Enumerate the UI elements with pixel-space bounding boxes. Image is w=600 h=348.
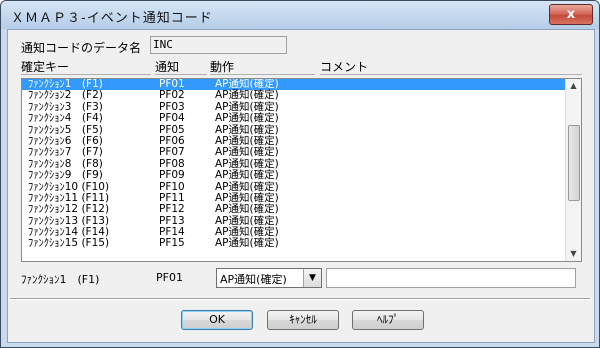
row-notify: PF15: [159, 237, 185, 250]
list-item[interactable]: ﾌｧﾝｸｼｮﾝ8 (F8) PF08 AP通知(確定): [22, 158, 567, 170]
column-header-action[interactable]: 動作: [210, 60, 315, 75]
key-list[interactable]: ﾌｧﾝｸｼｮﾝ1 (F1) PF01 AP通知(確定) ﾌｧﾝｸｼｮﾝ2 (F2) PF…: [21, 78, 582, 262]
cancel-button[interactable]: ｷｬﾝｾﾙ: [267, 310, 339, 330]
chevron-down-icon[interactable]: ▼: [566, 247, 581, 261]
row-action: AP通知(確定): [215, 203, 279, 216]
list-item[interactable]: ﾌｧﾝｸｼｮﾝ9 (F9) PF09 AP通知(確定): [22, 169, 567, 182]
row-notify: PF04: [159, 112, 185, 125]
action-select-value: AP通知(確定): [220, 273, 287, 286]
row-notify: PF12: [159, 203, 185, 216]
scrollbar-thumb[interactable]: [568, 125, 580, 201]
row-key: ﾌｧﾝｸｼｮﾝ4 (F4): [28, 112, 103, 125]
row-notify: PF09: [159, 169, 185, 182]
window-title: ＸＭＡＰ３-イベント通知コード: [11, 11, 213, 26]
list-item[interactable]: ﾌｧﾝｸｼｮﾝ6 (F6) PF06 AP通知(確定): [22, 135, 567, 147]
list-item[interactable]: ﾌｧﾝｸｼｮﾝ15 (F15) PF15 AP通知(確定): [22, 237, 567, 250]
chevron-down-icon[interactable]: ▼: [303, 269, 321, 287]
list-item[interactable]: ﾌｧﾝｸｼｮﾝ12 (F12) PF12 AP通知(確定): [22, 203, 567, 216]
row-action: AP通知(確定): [215, 112, 279, 125]
dialog-body: 通知コードのデータ名 INC 確定キー 通知 動作 コメント ﾌｧﾝｸｼｮﾝ1 …: [7, 29, 595, 343]
chevron-up-icon[interactable]: ▲: [566, 79, 581, 93]
row-key: ﾌｧﾝｸｼｮﾝ12 (F12): [28, 203, 110, 216]
close-button[interactable]: x: [549, 4, 593, 25]
notification-name-field: INC: [150, 36, 287, 54]
comment-input[interactable]: [326, 268, 576, 288]
title-bar[interactable]: ＸＭＡＰ３-イベント通知コード x: [1, 1, 599, 29]
list-item[interactable]: ﾌｧﾝｸｼｮﾝ1 (F1) PF01 AP通知(確定): [22, 79, 567, 91]
row-key: ﾌｧﾝｸｼｮﾝ9 (F9): [28, 169, 103, 182]
selected-pf-label: PF01: [156, 271, 183, 284]
key-list-rows: ﾌｧﾝｸｼｮﾝ1 (F1) PF01 AP通知(確定) ﾌｧﾝｸｼｮﾝ2 (F2) PF…: [22, 79, 567, 250]
column-header-comment[interactable]: コメント: [320, 60, 582, 75]
divider: [10, 298, 590, 300]
list-item[interactable]: ﾌｧﾝｸｼｮﾝ4 (F4) PF04 AP通知(確定): [22, 112, 567, 125]
selected-key-label: ﾌｧﾝｸｼｮﾝ1 (F1): [21, 273, 100, 286]
column-header-key[interactable]: 確定キー: [21, 60, 151, 75]
dialog-window: ＸＭＡＰ３-イベント通知コード x 通知コードのデータ名 INC 確定キー 通知…: [0, 0, 600, 348]
list-item[interactable]: ﾌｧﾝｸｼｮﾝ2 (F2) PF02 AP通知(確定): [22, 89, 567, 101]
notification-name-label: 通知コードのデータ名: [21, 41, 142, 55]
list-item[interactable]: ﾌｧﾝｸｼｮﾝ3 (F3) PF03 AP通知(確定): [22, 101, 567, 113]
vertical-scrollbar[interactable]: ▲ ▼: [565, 79, 581, 261]
row-key: ﾌｧﾝｸｼｮﾝ15 (F15): [28, 237, 110, 250]
column-header-notify[interactable]: 通知: [155, 60, 207, 75]
help-button[interactable]: ﾍﾙﾌﾟ: [352, 310, 424, 330]
row-action: AP通知(確定): [215, 237, 279, 250]
close-icon: x: [566, 7, 576, 22]
row-action: AP通知(確定): [215, 169, 279, 182]
list-item[interactable]: ﾌｧﾝｸｼｮﾝ5 (F5) PF05 AP通知(確定): [22, 124, 567, 136]
ok-button[interactable]: OK: [181, 310, 253, 330]
action-select[interactable]: AP通知(確定) ▼: [216, 268, 322, 288]
list-item[interactable]: ﾌｧﾝｸｼｮﾝ7 (F7) PF07 AP通知(確定): [22, 146, 567, 158]
